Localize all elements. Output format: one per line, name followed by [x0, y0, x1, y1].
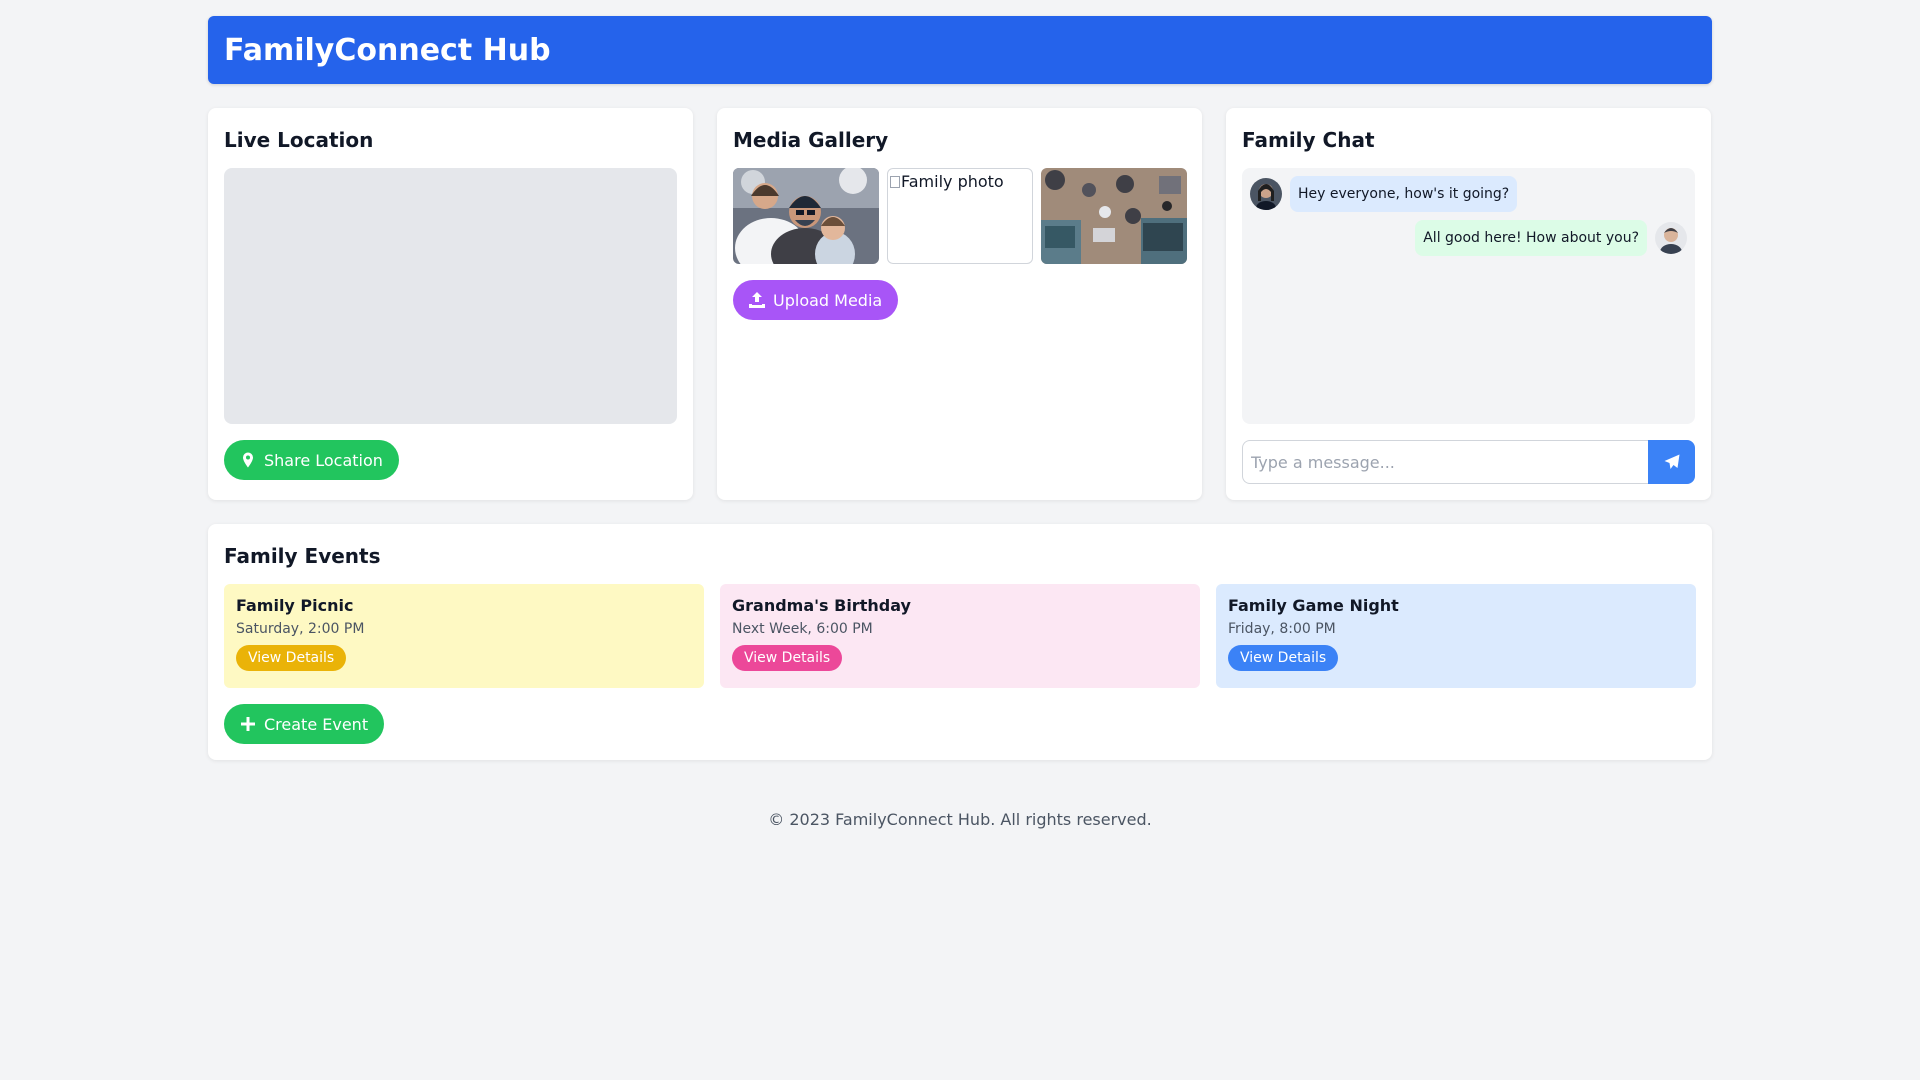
upload-media-label: Upload Media [773, 290, 883, 310]
event-card: Family Game Night Friday, 8:00 PM View D… [1216, 584, 1696, 688]
view-details-button[interactable]: View Details [236, 645, 347, 671]
family-chat-title: Family Chat [1242, 128, 1375, 152]
send-icon [1664, 454, 1679, 469]
upload-icon [749, 292, 765, 308]
event-card: Family Picnic Saturday, 2:00 PM View Det… [224, 584, 704, 688]
family-chat-card: Family Chat Hey everyone, how's it going… [1226, 108, 1711, 500]
photo-grid: Family photo [733, 168, 1187, 264]
copyright-text: © 2023 FamilyConnect Hub. All rights res… [768, 810, 1152, 829]
event-time: Next Week, 6:00 PM [732, 621, 873, 637]
event-list: Family Picnic Saturday, 2:00 PM View Det… [224, 584, 1696, 688]
desk-photo-thumbnail[interactable] [1041, 168, 1187, 264]
view-details-button[interactable]: View Details [1228, 645, 1339, 671]
avatar [1250, 178, 1282, 210]
event-time: Friday, 8:00 PM [1228, 621, 1336, 637]
app-container: FamilyConnect Hub Live Location Share Lo… [208, 16, 1712, 829]
location-map[interactable] [224, 168, 677, 424]
page-footer: © 2023 FamilyConnect Hub. All rights res… [208, 810, 1712, 829]
live-location-title: Live Location [224, 128, 374, 152]
family-photo-thumbnail[interactable] [733, 168, 879, 264]
live-location-card: Live Location Share Location [208, 108, 693, 500]
chat-messages[interactable]: Hey everyone, how's it going? All good h… [1242, 168, 1695, 424]
create-event-button[interactable]: Create Event [224, 704, 385, 744]
user-avatar-image [1250, 178, 1282, 210]
share-location-label: Share Location [264, 450, 383, 470]
upload-media-button[interactable]: Upload Media [733, 280, 899, 320]
family-events-title: Family Events [224, 544, 381, 568]
app-title: FamilyConnect Hub [224, 32, 551, 68]
event-name: Grandma's Birthday [732, 596, 911, 615]
chat-message: Hey everyone, how's it going? [1250, 176, 1687, 212]
map-pin-icon [243, 452, 253, 468]
event-card: Grandma's Birthday Next Week, 6:00 PM Vi… [720, 584, 1200, 688]
view-details-button[interactable]: View Details [732, 645, 843, 671]
user-avatar-image [1655, 222, 1687, 254]
broken-image-icon [890, 176, 900, 188]
app-header: FamilyConnect Hub [208, 16, 1712, 84]
broken-image-alt-text: Family photo [901, 172, 1004, 191]
event-name: Family Picnic [236, 596, 354, 615]
chat-message-input[interactable] [1242, 440, 1648, 484]
chat-input-row [1242, 440, 1695, 484]
media-gallery-title: Media Gallery [733, 128, 889, 152]
family-photo-image [733, 168, 879, 264]
family-photo-broken-thumbnail[interactable]: Family photo [887, 168, 1033, 264]
plus-icon [241, 717, 255, 731]
create-event-label: Create Event [264, 714, 369, 734]
chat-bubble: All good here! How about you? [1415, 220, 1647, 256]
media-gallery-card: Media Gallery Family photo Upload Media [717, 108, 1202, 500]
chat-message: All good here! How about you? [1250, 220, 1687, 256]
send-message-button[interactable] [1648, 440, 1695, 484]
dashboard-grid: Live Location Share Location Media Galle… [208, 108, 1712, 500]
share-location-button[interactable]: Share Location [224, 440, 399, 480]
event-name: Family Game Night [1228, 596, 1399, 615]
desk-photo-image [1041, 168, 1187, 264]
avatar [1655, 222, 1687, 254]
event-time: Saturday, 2:00 PM [236, 621, 365, 637]
chat-bubble: Hey everyone, how's it going? [1290, 176, 1518, 212]
family-events-card: Family Events Family Picnic Saturday, 2:… [208, 524, 1712, 760]
